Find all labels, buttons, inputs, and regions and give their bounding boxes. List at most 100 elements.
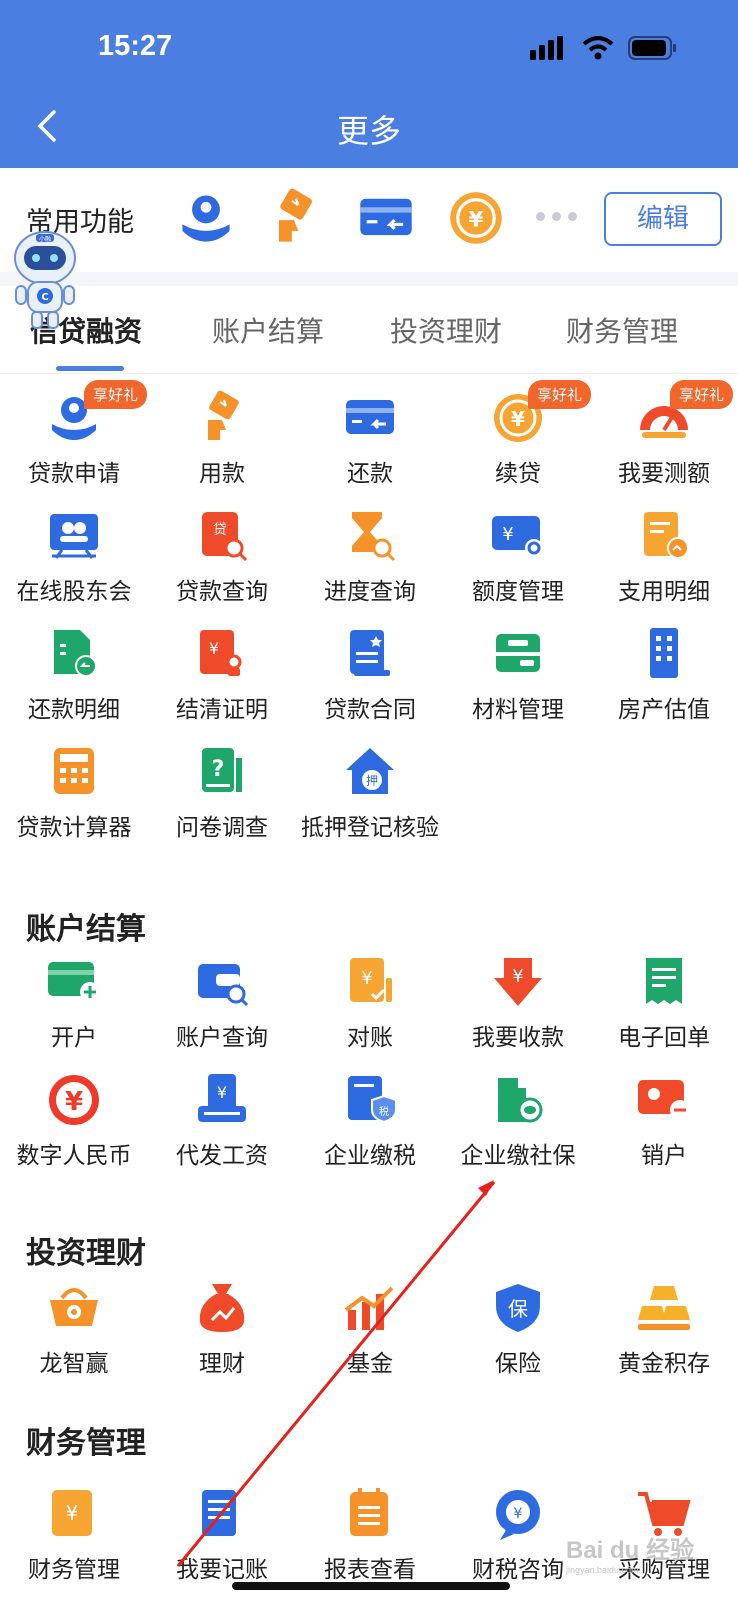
- usage-detail-icon: [636, 508, 692, 564]
- grid-item-report-view[interactable]: 报表查看: [296, 1486, 444, 1596]
- insurance-shield-icon: [490, 1280, 546, 1336]
- repay-icon: [342, 390, 398, 446]
- grid-item-label: 销户: [641, 1143, 687, 1169]
- grid-item-receive-money[interactable]: 我要收款: [444, 954, 592, 1064]
- grid-item-open-account[interactable]: 开户: [0, 954, 148, 1064]
- grid-item-label: 贷款申请: [28, 461, 120, 487]
- grid-item-label: 额度管理: [472, 579, 564, 605]
- grid-item-wealth[interactable]: 理财: [148, 1280, 296, 1390]
- grid-item-questionnaire[interactable]: 问卷调查: [148, 744, 296, 854]
- contract-icon: [342, 626, 398, 682]
- grid-item-label: 数字人民币: [16, 1143, 132, 1169]
- basket-icon: [46, 1280, 102, 1336]
- grid-item-renew-loan[interactable]: 享好礼 续贷: [444, 380, 592, 500]
- gift-badge: 享好礼: [528, 380, 592, 409]
- hourglass-icon: [342, 508, 398, 564]
- grid-item-loan-query[interactable]: 贷款查询: [148, 508, 296, 618]
- divider: [0, 272, 738, 286]
- money-bag-icon: [194, 1280, 250, 1336]
- settlement-cert-icon: [194, 626, 250, 682]
- grid-item-label: 进度查询: [324, 579, 416, 605]
- grid-item-label: 材料管理: [472, 697, 564, 723]
- repay-icon[interactable]: [356, 188, 416, 248]
- grid-item-e-receipt[interactable]: 电子回单: [590, 954, 738, 1064]
- grid-item-mortgage-verify[interactable]: 抵押登记核验: [296, 744, 444, 854]
- watermark-logo: Bai du 经验 jingyan.baidu.com: [566, 1537, 695, 1575]
- tab-account-settlement[interactable]: 账户结算: [212, 310, 324, 350]
- grid-item-social-security[interactable]: 企业缴社保: [444, 1072, 592, 1182]
- grid-item-material-manage[interactable]: 材料管理: [444, 626, 592, 736]
- grid-item-fund[interactable]: 基金: [296, 1280, 444, 1390]
- use-funds-icon: [194, 390, 250, 446]
- grid-item-label: 贷款合同: [324, 697, 416, 723]
- tab-finance-management[interactable]: 财务管理: [566, 310, 678, 350]
- svg-text:小融: 小融: [39, 235, 51, 243]
- grid-item-label: 理财: [199, 1351, 245, 1377]
- grid-item-settlement-cert[interactable]: 结清证明: [148, 626, 296, 736]
- grid-item-label: 贷款查询: [176, 579, 268, 605]
- grid-item-finance-manage[interactable]: 财务管理: [0, 1486, 148, 1596]
- grid-item-digital-rmb[interactable]: 数字人民币: [0, 1072, 148, 1182]
- grid-item-repay[interactable]: 还款: [296, 390, 444, 500]
- loan-apply-icon[interactable]: [176, 188, 236, 248]
- grid-item-label: 代发工资: [176, 1143, 268, 1169]
- grid-item-insurance[interactable]: 保险: [444, 1280, 592, 1390]
- reconcile-icon: [342, 954, 398, 1010]
- digital-rmb-icon: [46, 1072, 102, 1128]
- more-dots-icon: [536, 212, 577, 221]
- grid-item-label: 报表查看: [324, 1557, 416, 1583]
- grid-item-loan-apply[interactable]: 享好礼 贷款申请: [0, 380, 148, 500]
- grid-item-repay-detail[interactable]: 还款明细: [0, 626, 148, 736]
- questionnaire-icon: [194, 744, 250, 800]
- grid-item-longzhiying[interactable]: 龙智赢: [0, 1280, 148, 1390]
- status-icons: [530, 36, 678, 60]
- grid-item-quota-manage[interactable]: 额度管理: [444, 508, 592, 618]
- robot-assistant-icon[interactable]: 小融 C: [8, 224, 82, 334]
- grid-item-bookkeeping[interactable]: 我要记账: [148, 1486, 296, 1596]
- grid-item-label: 房产估值: [618, 697, 710, 723]
- grid-item-label: 黄金积存: [618, 1351, 710, 1377]
- grid-item-loan-contract[interactable]: 贷款合同: [296, 626, 444, 736]
- grid-item-label: 我要收款: [472, 1025, 564, 1051]
- grid-item-gold-deposit[interactable]: 黄金积存: [590, 1280, 738, 1390]
- grid-item-close-account[interactable]: 销户: [590, 1072, 738, 1182]
- close-account-icon: [636, 1072, 692, 1128]
- use-funds-icon[interactable]: [264, 188, 324, 248]
- grid-item-payroll[interactable]: 代发工资: [148, 1072, 296, 1182]
- wifi-icon: [582, 36, 614, 60]
- edit-button[interactable]: 编辑: [604, 192, 722, 246]
- grid-item-label: 在线股东会: [16, 579, 132, 605]
- renew-loan-icon[interactable]: [446, 188, 506, 248]
- grid-item-label: 龙智赢: [39, 1351, 109, 1377]
- grid-item-label: 账户查询: [176, 1025, 268, 1051]
- grid-item-loan-calculator[interactable]: 贷款计算器: [0, 744, 148, 854]
- section-title-account: 账户结算: [26, 912, 146, 947]
- app-header: 15:27 更多: [0, 0, 738, 168]
- page-title: 更多: [336, 112, 401, 150]
- grid-item-label: 保险: [495, 1351, 541, 1377]
- grid-item-label: 贷款计算器: [16, 815, 132, 841]
- grid-item-label: 结清证明: [176, 697, 268, 723]
- grid-item-property-valuation[interactable]: 房产估值: [590, 626, 738, 736]
- grid-item-reconcile[interactable]: 对账: [296, 954, 444, 1064]
- grid-item-account-query[interactable]: 账户查询: [148, 954, 296, 1064]
- tab-investment[interactable]: 投资理财: [390, 310, 502, 350]
- grid-item-label: 我要记账: [176, 1557, 268, 1583]
- social-security-icon: [490, 1072, 546, 1128]
- fund-chart-icon: [342, 1280, 398, 1336]
- grid-item-online-meeting[interactable]: 在线股东会: [0, 508, 148, 618]
- grid-item-label: 企业缴社保: [460, 1143, 576, 1169]
- repay-detail-icon: [46, 626, 102, 682]
- grid-item-progress-query[interactable]: 进度查询: [296, 508, 444, 618]
- gift-badge: 享好礼: [670, 380, 734, 409]
- grid-item-measure-quota[interactable]: 享好礼 我要测额: [590, 380, 738, 500]
- grid-item-usage-detail[interactable]: 支用明细: [590, 508, 738, 618]
- report-icon: [342, 1486, 398, 1542]
- grid-item-label: 企业缴税: [324, 1143, 416, 1169]
- loan-query-icon: [194, 508, 250, 564]
- grid-item-label: 抵押登记核验: [301, 815, 439, 841]
- tax-consult-icon: [490, 1486, 546, 1542]
- receive-money-icon: [490, 954, 546, 1010]
- grid-item-use-funds[interactable]: 用款: [148, 390, 296, 500]
- grid-item-corporate-tax[interactable]: 企业缴税: [296, 1072, 444, 1182]
